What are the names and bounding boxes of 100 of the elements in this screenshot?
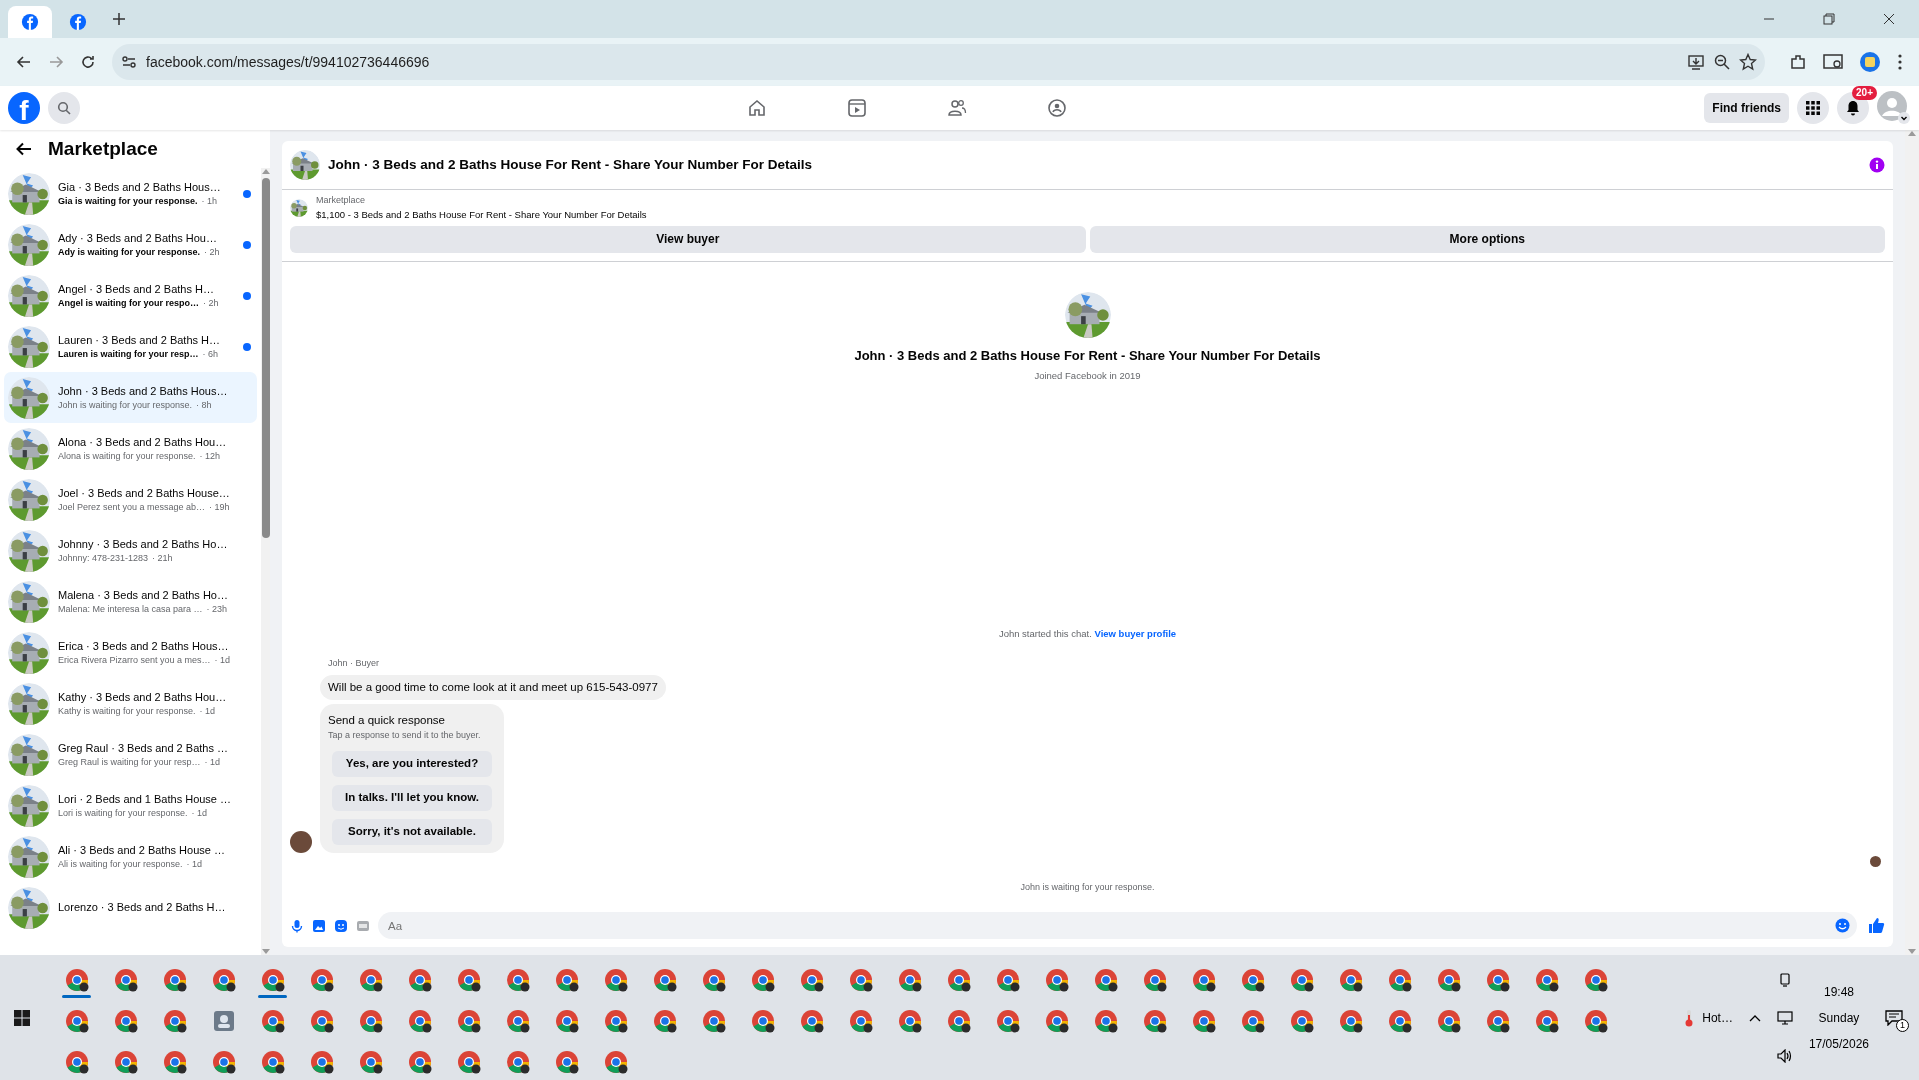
search-button[interactable] [48, 92, 80, 124]
browser-icon[interactable] [1484, 1007, 1511, 1034]
browser-icon[interactable] [455, 1007, 482, 1034]
clock-day[interactable]: Sunday [1818, 1008, 1860, 1027]
notification-center-button[interactable] [1885, 1009, 1903, 1026]
browser-icon[interactable] [1141, 1007, 1168, 1034]
weather-text[interactable]: Hot… [1702, 1008, 1733, 1027]
conversation-item[interactable]: Greg Raul · 3 Beds and 2 Baths … Greg Raul is waiting for your resp… · 1d [4, 729, 257, 780]
conversation-item[interactable]: Gia · 3 Beds and 2 Baths Hous… Gia is waiting for your response. · 1h [4, 168, 257, 219]
thermometer-icon[interactable] [1684, 1008, 1695, 1027]
action-button[interactable]: View buyer [290, 225, 1086, 253]
browser-icon[interactable] [63, 1048, 90, 1075]
browser-icon[interactable] [210, 966, 237, 993]
browser-icon[interactable] [1043, 1007, 1070, 1034]
browser-icon[interactable] [553, 966, 580, 993]
conversation-item[interactable]: Malena · 3 Beds and 2 Baths Ho… Malena: Me interesa la casa para … · 23h [4, 576, 257, 627]
conversation-item[interactable]: Angel · 3 Beds and 2 Baths H… Angel is waiting for your respo… · 2h [4, 270, 257, 321]
start-icon[interactable] [14, 1009, 30, 1026]
speaker-icon[interactable] [1776, 1048, 1793, 1063]
browser-icon[interactable] [308, 1048, 335, 1075]
browser-icon[interactable] [1239, 966, 1266, 993]
browser-icon[interactable] [112, 1007, 139, 1034]
conversation-item[interactable]: Kathy · 3 Beds and 2 Baths Hou… Kathy is waiting for your response. · 1d [4, 678, 257, 729]
browser-icon[interactable] [504, 1048, 531, 1075]
back-arrow-icon[interactable] [16, 141, 32, 157]
browser-icon[interactable] [504, 1007, 531, 1034]
screen-icon[interactable] [1777, 972, 1792, 987]
people-icon[interactable] [947, 98, 968, 118]
browser-icon[interactable] [63, 966, 90, 993]
close-icon[interactable] [1883, 13, 1895, 25]
clock-date[interactable]: 17/05/2026 [1808, 1034, 1869, 1053]
browser-icon[interactable] [553, 1048, 580, 1075]
caret-up-icon[interactable] [1748, 1013, 1761, 1022]
browser-icon[interactable] [1435, 1007, 1462, 1034]
back-icon[interactable] [16, 54, 32, 70]
browser-icon[interactable] [1288, 966, 1315, 993]
browser-icon[interactable] [896, 966, 923, 993]
browser-icon[interactable] [994, 966, 1021, 993]
image-icon[interactable] [312, 918, 326, 933]
browser-icon[interactable] [357, 966, 384, 993]
network-icon[interactable] [1776, 1010, 1793, 1025]
reload-icon[interactable] [80, 54, 96, 70]
site-settings-icon[interactable] [120, 53, 138, 71]
browser-icon[interactable] [1386, 966, 1413, 993]
extensions-icon[interactable] [1789, 53, 1807, 71]
more-icon[interactable] [1897, 53, 1903, 71]
browser-icon[interactable] [602, 966, 629, 993]
action-button[interactable]: More options [1089, 225, 1885, 253]
browser-icon[interactable] [553, 1007, 580, 1034]
browser-icon[interactable] [945, 1007, 972, 1034]
browser-icon[interactable] [1288, 1007, 1315, 1034]
menu-button[interactable] [1797, 92, 1829, 124]
conversation-item[interactable]: Johnny · 3 Beds and 2 Baths Ho… Johnny: 478-231-1283 · 21h [4, 525, 257, 576]
scrollbar-thumb[interactable] [261, 178, 270, 538]
browser-icon[interactable] [308, 966, 335, 993]
message-input[interactable]: Aa [378, 912, 1857, 939]
browser-icon[interactable] [749, 1007, 776, 1034]
restore-icon[interactable] [1823, 13, 1835, 25]
browser-icon[interactable] [1337, 966, 1364, 993]
browser-icon[interactable] [210, 1048, 237, 1075]
browser-icon[interactable] [455, 1048, 482, 1075]
browser-icon[interactable] [161, 1048, 188, 1075]
browser-icon[interactable] [1582, 1007, 1609, 1034]
browser-icon[interactable] [602, 1048, 629, 1075]
star-icon[interactable] [1739, 53, 1757, 71]
browser-icon[interactable] [1337, 1007, 1364, 1034]
browser-icon[interactable] [945, 966, 972, 993]
sidepanel-icon[interactable] [1823, 53, 1843, 71]
browser-icon[interactable] [1435, 966, 1462, 993]
browser-icon[interactable] [406, 1007, 433, 1034]
browser-icon[interactable] [602, 1007, 629, 1034]
quick-reply-button[interactable]: In talks. I'll let you know. [332, 784, 492, 811]
thumbs-up-icon[interactable] [1868, 917, 1885, 934]
browser-icon[interactable] [357, 1007, 384, 1034]
browser-icon[interactable] [700, 1007, 727, 1034]
browser-icon[interactable] [357, 1048, 384, 1075]
browser-icon[interactable] [259, 1048, 286, 1075]
browser-icon[interactable] [1190, 966, 1217, 993]
conversation-item[interactable]: John · 3 Beds and 2 Baths Hous… John is waiting for your response. · 8h [4, 372, 257, 423]
browser-icon[interactable] [1092, 966, 1119, 993]
browser-icon[interactable] [406, 966, 433, 993]
browser-icon[interactable] [896, 1007, 923, 1034]
browser-icon[interactable] [700, 966, 727, 993]
browser-icon[interactable] [798, 1007, 825, 1034]
conversation-item[interactable]: Ali · 3 Beds and 2 Baths House … Ali is waiting for your response. · 1d [4, 831, 257, 882]
browser-tab[interactable] [8, 6, 52, 38]
new-tab-icon[interactable] [112, 12, 126, 26]
video-icon[interactable] [847, 98, 868, 118]
sticker-icon[interactable] [334, 918, 348, 933]
browser-icon[interactable] [112, 1048, 139, 1075]
zoom-icon[interactable] [1713, 53, 1731, 71]
conversation-item[interactable]: Lorenzo · 3 Beds and 2 Baths H… [4, 882, 257, 933]
browser-icon[interactable] [651, 966, 678, 993]
conversation-item[interactable]: Erica · 3 Beds and 2 Baths Hous… Erica Rivera Pizarro sent you a mes… · 1d [4, 627, 257, 678]
browser-icon[interactable] [1043, 966, 1070, 993]
browser-icon[interactable] [1239, 1007, 1266, 1034]
buyer-profile-link[interactable]: View buyer profile [1094, 627, 1177, 639]
browser-icon[interactable] [1533, 1007, 1560, 1034]
browser-icon[interactable] [847, 966, 874, 993]
browser-icon[interactable] [651, 1007, 678, 1034]
